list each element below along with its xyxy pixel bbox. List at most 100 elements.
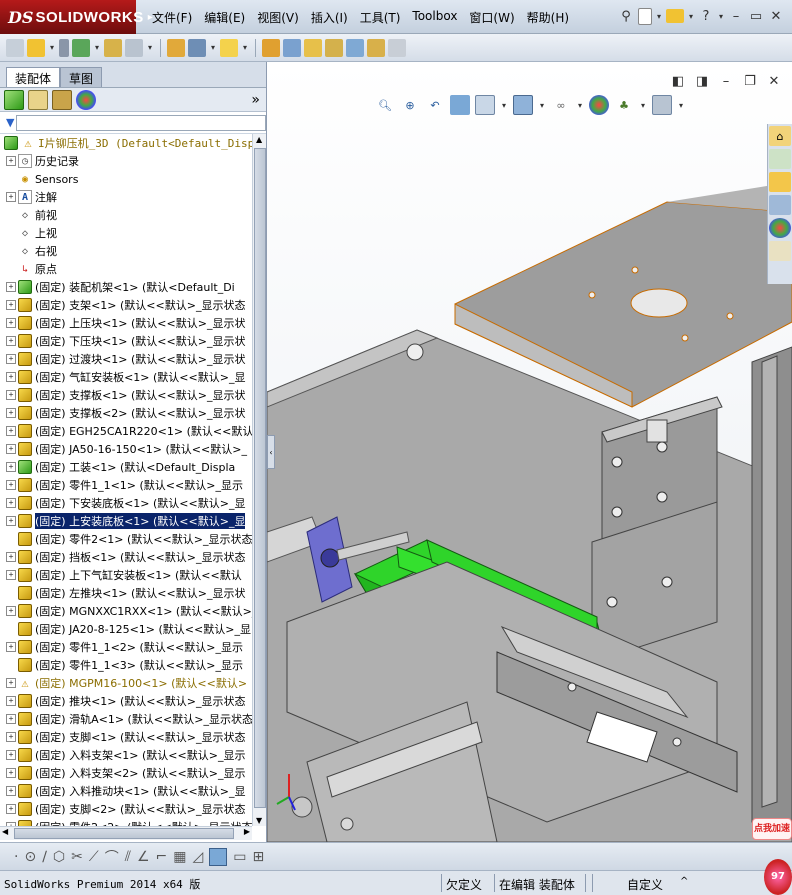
tree-item[interactable]: + (固定) 支撑板<2> (默认<<默认>_显示状 (0, 404, 252, 422)
tree-item[interactable]: + (固定) 过渡块<1> (默认<<默认>_显示状 (0, 350, 252, 368)
tree-item[interactable]: ↳ 原点 (0, 260, 252, 278)
assembly-new-icon[interactable] (6, 38, 24, 57)
linear-pattern-icon[interactable] (72, 38, 90, 57)
tree-item[interactable]: ◇ 前视 (0, 206, 252, 224)
expand-icon[interactable]: + (6, 750, 16, 760)
scroll-thumb[interactable] (254, 148, 266, 808)
scroll-down-icon[interactable]: ▼ (256, 816, 262, 825)
view-palette-icon[interactable] (769, 195, 791, 215)
hide-show-items-icon[interactable]: ∞ (551, 95, 571, 115)
sketch-point-icon[interactable]: · (14, 849, 18, 865)
expand-icon[interactable]: + (6, 282, 16, 292)
scroll-right-icon[interactable]: ▶ (244, 827, 250, 836)
chevron-down-icon[interactable]: ▾ (241, 38, 249, 58)
section-icon[interactable]: ◿ (192, 849, 203, 865)
tree-item[interactable]: + (固定) EGH25CA1R220<1> (默认<<默认> (0, 422, 252, 440)
polygon-icon[interactable]: ⬡ (53, 849, 65, 865)
menu-insert[interactable]: 插入(I) (311, 9, 348, 26)
tree-root[interactable]: ⚠ I片铆压机_3D (Default<Default_Disp (0, 134, 252, 152)
mate-icon[interactable] (59, 38, 69, 57)
zoom-to-fit-icon[interactable]: 🔍︎ (375, 95, 395, 115)
angle-icon[interactable]: ∠ (137, 849, 150, 865)
expand-panel-icon[interactable]: » (251, 92, 260, 108)
tree-item[interactable]: + (固定) MGNXXC1RXX<1> (默认<<默认>_显 (0, 602, 252, 620)
previous-view-icon[interactable]: ↶ (425, 95, 445, 115)
menu-window[interactable]: 窗口(W) (469, 9, 514, 26)
tree-item[interactable]: + (固定) 推块<1> (默认<<默认>_显示状态 (0, 692, 252, 710)
tab-assembly[interactable]: 装配体 (6, 67, 61, 87)
expand-icon[interactable]: + (6, 354, 16, 364)
filter-icon[interactable]: ▼ (6, 116, 14, 129)
reference-geometry-icon[interactable] (220, 38, 238, 57)
minimize-icon[interactable]: – (716, 71, 736, 91)
expand-icon[interactable]: + (6, 570, 16, 580)
units-caret-icon[interactable]: ^ (680, 876, 688, 887)
pin-icon[interactable]: ⚲ (616, 6, 636, 26)
expand-icon[interactable]: + (6, 426, 16, 436)
tree-item[interactable]: + ⚠ (固定) MGPM16-100<1> (默认<<默认> (0, 674, 252, 692)
tree-vertical-scrollbar[interactable]: ▲ ▼ (252, 134, 266, 826)
minimize-icon[interactable]: – (726, 6, 746, 26)
custom-properties-icon[interactable] (769, 241, 791, 261)
bill-of-materials-icon[interactable] (283, 38, 301, 57)
expand-icon[interactable]: + (6, 372, 16, 382)
tree-item[interactable]: ◇ 右视 (0, 242, 252, 260)
expand-icon[interactable]: + (6, 390, 16, 400)
chevron-down-icon[interactable]: ▾ (639, 95, 647, 115)
restore-icon[interactable]: ❐ (740, 71, 760, 91)
display-manager-icon[interactable] (76, 89, 96, 110)
speed-up-watermark[interactable]: 点我加速 (752, 818, 792, 840)
chevron-down-icon[interactable]: ▾ (538, 95, 546, 115)
chevron-down-icon[interactable]: ▾ (93, 38, 101, 58)
tree-item[interactable]: ◉ Sensors (0, 170, 252, 188)
tile-right-icon[interactable]: ◨ (692, 71, 712, 91)
collapse-panel-icon[interactable]: ‹ (267, 435, 275, 469)
file-explorer-icon[interactable] (769, 172, 791, 192)
close-icon[interactable]: ✕ (764, 71, 784, 91)
tree-horizontal-scrollbar[interactable]: ◀ ▶ (0, 826, 252, 840)
tree-item[interactable]: (固定) JA20-8-125<1> (默认<<默认>_显 (0, 620, 252, 638)
grid-icon[interactable]: ▦ (173, 849, 186, 865)
panel-icon[interactable]: ▭ (233, 849, 246, 865)
tree-item[interactable]: + (固定) 支脚<1> (默认<<默认>_显示状态 (0, 728, 252, 746)
tree-item[interactable]: + (固定) 支架<1> (默认<<默认>_显示状态 (0, 296, 252, 314)
trim-icon[interactable]: ✂ (71, 849, 83, 865)
chevron-down-icon[interactable]: ▾ (48, 38, 56, 58)
smart-fasteners-icon[interactable] (104, 38, 122, 57)
dimension-icon[interactable]: ⌐ (156, 849, 168, 865)
tree-item[interactable]: + (固定) 挡板<1> (默认<<默认>_显示状态 (0, 548, 252, 566)
tile-left-icon[interactable]: ◧ (668, 71, 688, 91)
status-units-custom[interactable]: 自定义 (627, 876, 663, 893)
expand-icon[interactable]: + (6, 156, 16, 166)
tree-item[interactable]: + (固定) 滑轨A<1> (默认<<默认>_显示状态 (0, 710, 252, 728)
tree-item[interactable]: + (固定) 零件1_1<1> (默认<<默认>_显示 (0, 476, 252, 494)
menu-edit[interactable]: 编辑(E) (204, 9, 245, 26)
chevron-down-icon[interactable]: ▾ (576, 95, 584, 115)
new-document-icon[interactable] (638, 7, 652, 25)
expand-icon[interactable]: + (6, 336, 16, 346)
tree-item[interactable]: + (固定) 上安装底板<1> (默认<<默认>_显 (0, 512, 252, 530)
configuration-manager-icon[interactable] (52, 89, 72, 110)
tree-item[interactable]: + ◷ 历史记录 (0, 152, 252, 170)
close-icon[interactable]: ✕ (766, 6, 786, 26)
view-settings-icon[interactable] (652, 95, 672, 115)
property-manager-icon[interactable] (28, 89, 48, 110)
tree-item[interactable]: ◇ 上视 (0, 224, 252, 242)
scroll-thumb[interactable] (14, 828, 234, 839)
assembly-features-icon[interactable] (188, 38, 206, 57)
open-folder-icon[interactable] (666, 9, 684, 23)
menu-tools[interactable]: 工具(T) (360, 9, 401, 26)
chevron-down-icon[interactable]: ▾ (716, 6, 726, 26)
clearance-verification-icon[interactable] (367, 38, 385, 57)
view-orientation-icon[interactable] (475, 95, 495, 115)
solidworks-logo[interactable]: DS SOLIDWORKS ▸ (0, 0, 153, 34)
menu-toolbox[interactable]: Toolbox (412, 9, 457, 26)
new-motion-study-icon[interactable] (262, 38, 280, 57)
chevron-down-icon[interactable]: ▾ (686, 6, 696, 26)
extend-icon[interactable]: ⟋ (89, 849, 99, 865)
tree-item[interactable]: + (固定) 下安装底板<1> (默认<<默认>_显 (0, 494, 252, 512)
expand-icon[interactable]: + (6, 192, 16, 202)
expand-icon[interactable]: + (6, 804, 16, 814)
tree-item[interactable]: + (固定) JA50-16-150<1> (默认<<默认>_ (0, 440, 252, 458)
scroll-up-icon[interactable]: ▲ (256, 135, 262, 144)
